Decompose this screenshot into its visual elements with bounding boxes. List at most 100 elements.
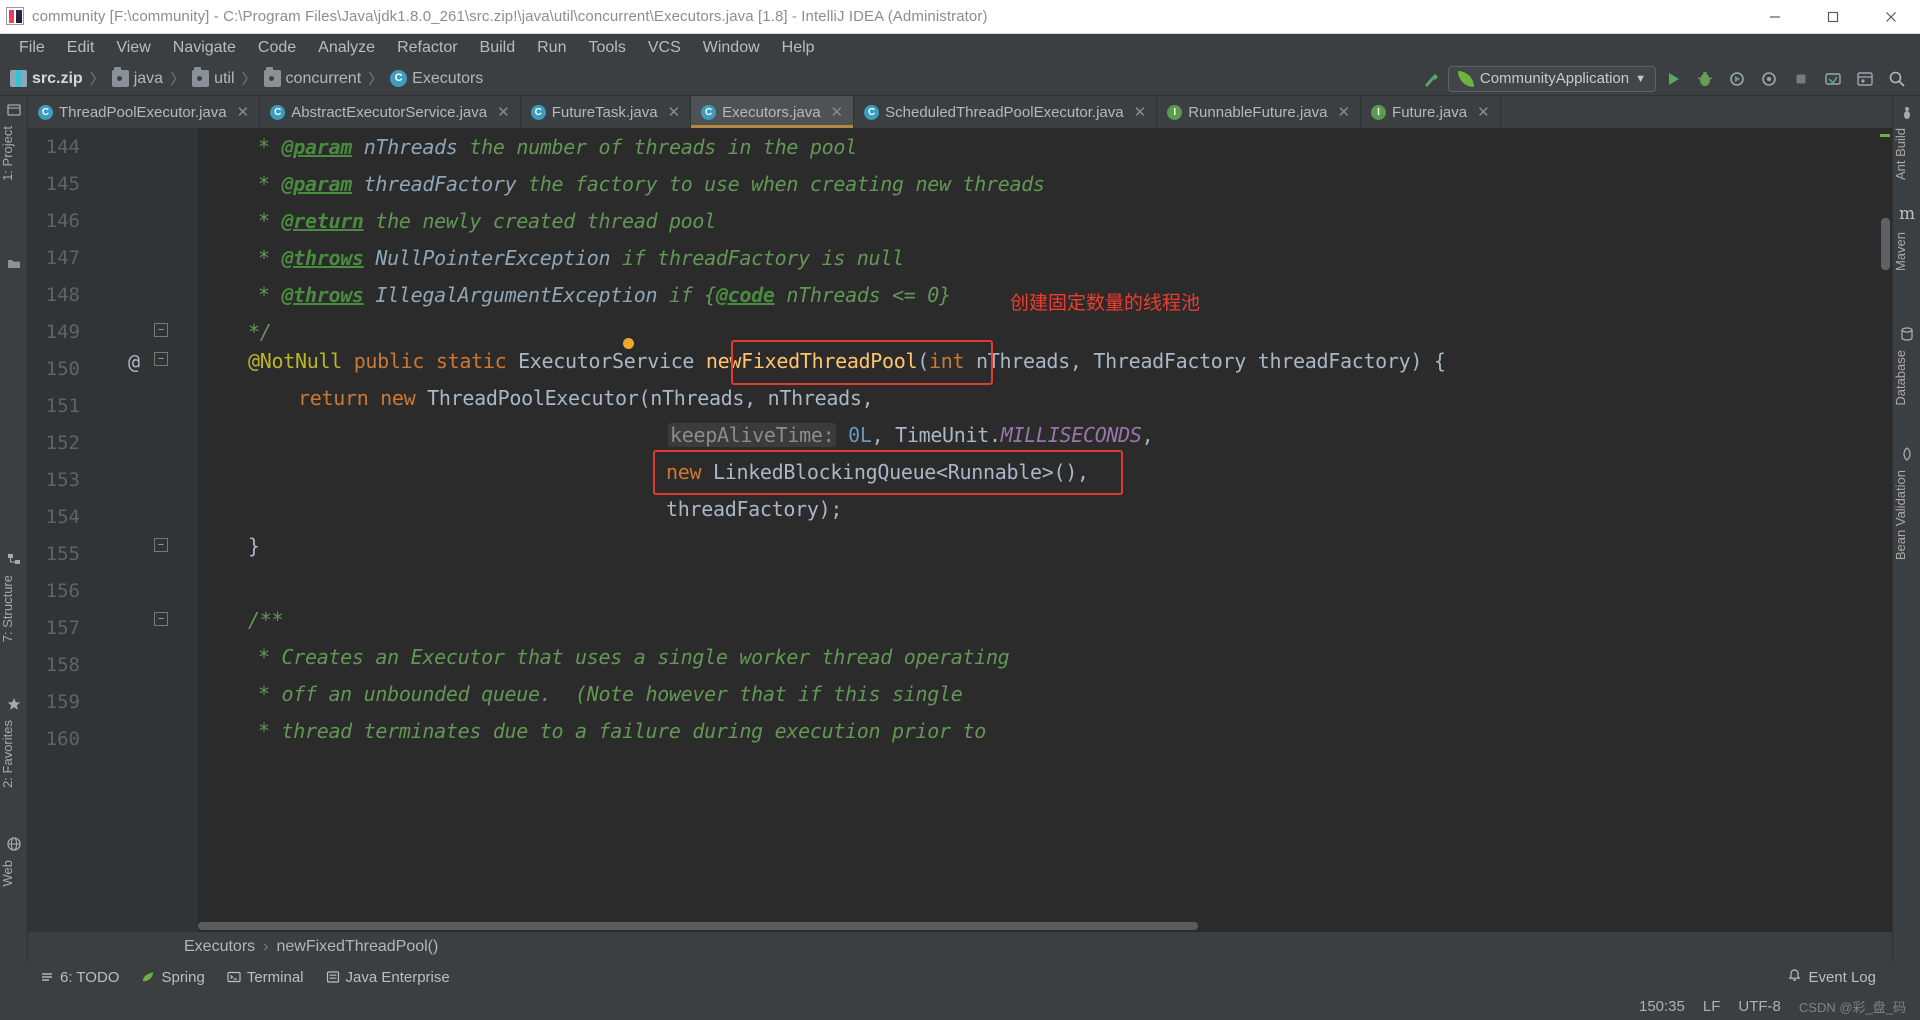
annotation-gutter-marker[interactable]: @: [128, 350, 140, 374]
bottom-item-java-enterprise[interactable]: Java Enterprise: [326, 969, 450, 986]
menu-tools[interactable]: Tools: [577, 37, 636, 59]
code-fold-toggle[interactable]: −: [154, 538, 168, 552]
profiler-button[interactable]: [1754, 65, 1784, 93]
sidebar-item-project-label: 1: Project: [0, 126, 15, 181]
close-icon[interactable]: ✕: [237, 103, 250, 121]
bottom-item-spring[interactable]: Spring: [141, 969, 205, 986]
menu-window[interactable]: Window: [692, 37, 771, 59]
line-separator[interactable]: LF: [1703, 998, 1721, 1015]
editor-text-area[interactable]: * @param nThreads the number of threads …: [198, 128, 1892, 932]
code-fold-toggle[interactable]: −: [154, 612, 168, 626]
folder-icon: [6, 256, 22, 272]
update-project-button[interactable]: [1818, 65, 1848, 93]
close-icon[interactable]: ✕: [831, 103, 844, 121]
web-globe-icon: [6, 836, 22, 852]
code-fold-toggle[interactable]: −: [154, 352, 168, 366]
run-configuration-selector[interactable]: CommunityApplication ▼: [1447, 65, 1656, 92]
menu-window-label: Window: [702, 39, 760, 56]
sidebar-item-database[interactable]: Database: [1893, 346, 1920, 410]
class-icon: C: [270, 104, 286, 120]
menu-navigate[interactable]: Navigate: [162, 37, 247, 59]
editor-tab-threadpoolexecutor[interactable]: C ThreadPoolExecutor.java ✕: [28, 96, 261, 128]
bottom-item-java-enterprise-label: Java Enterprise: [345, 968, 450, 986]
run-with-coverage-button[interactable]: [1722, 65, 1752, 93]
menu-refactor[interactable]: Refactor: [386, 37, 468, 59]
sidebar-item-project[interactable]: 1: Project: [0, 122, 28, 185]
window-title: community [F:\community] - C:\Program Fi…: [32, 8, 988, 25]
search-everywhere-button[interactable]: [1882, 65, 1912, 93]
editor-breadcrumb-class[interactable]: Executors: [184, 938, 255, 956]
file-encoding[interactable]: UTF-8: [1738, 998, 1781, 1015]
event-log-button[interactable]: Event Log: [1787, 968, 1876, 987]
breadcrumb-executors[interactable]: C Executors: [390, 70, 483, 88]
editor-tab-future[interactable]: I Future.java ✕: [1361, 96, 1501, 128]
debug-button[interactable]: [1690, 65, 1720, 93]
close-button[interactable]: [1862, 0, 1920, 33]
menu-bar: File Edit View Navigate Code Analyze Ref…: [0, 34, 1920, 62]
sidebar-item-maven[interactable]: Maven: [1893, 228, 1920, 275]
breadcrumb-java[interactable]: java: [111, 67, 163, 88]
bottom-item-todo[interactable]: 6: TODO: [40, 969, 119, 986]
menu-help[interactable]: Help: [771, 37, 826, 59]
minimize-button[interactable]: [1746, 0, 1804, 33]
editor-breadcrumb-method[interactable]: newFixedThreadPool(): [276, 938, 438, 956]
make-project-button[interactable]: [1416, 65, 1446, 93]
editor-tab-scheduledthreadpoolexecutor[interactable]: C ScheduledThreadPoolExecutor.java ✕: [854, 96, 1158, 128]
code-line-158: * Creates an Executor that uses a single…: [258, 645, 1010, 669]
project-panel-icon: [6, 102, 22, 118]
editor-tab-label: FutureTask.java: [551, 103, 658, 121]
editor-vertical-scrollbar[interactable]: [1881, 218, 1890, 270]
editor-horizontal-scrollbar[interactable]: [198, 922, 1198, 930]
sidebar-item-ant-build-label: Ant Build: [1893, 128, 1908, 181]
close-icon[interactable]: ✕: [1134, 103, 1147, 121]
database-icon: [1899, 326, 1915, 342]
breadcrumb-src-zip[interactable]: src.zip: [10, 70, 83, 88]
menu-build[interactable]: Build: [469, 37, 527, 59]
menu-code[interactable]: Code: [247, 37, 307, 59]
sidebar-item-structure[interactable]: 7: Structure: [0, 571, 28, 646]
editor-tab-executors[interactable]: C Executors.java ✕: [691, 96, 855, 128]
menu-analyze[interactable]: Analyze: [307, 37, 386, 59]
code-editor[interactable]: 144 145 146 147 148 149 150 151 152 153 …: [28, 128, 1892, 932]
bottom-item-terminal[interactable]: Terminal: [227, 969, 304, 986]
caret-position[interactable]: 150:35: [1639, 998, 1685, 1015]
inspection-ok-marker[interactable]: [1880, 134, 1890, 137]
sidebar-item-bean-validation[interactable]: Bean Validation: [1893, 466, 1920, 564]
todo-icon: [40, 970, 54, 984]
code-fold-toggle[interactable]: −: [154, 323, 168, 337]
line-number: 156: [45, 580, 80, 602]
sidebar-item-web[interactable]: Web: [0, 856, 28, 891]
editor-tab-futuretask[interactable]: C FutureTask.java ✕: [520, 96, 692, 128]
breadcrumb-separator: 〉: [368, 71, 384, 88]
code-line-157: /**: [248, 608, 284, 632]
breadcrumb-concurrent[interactable]: concurrent: [263, 67, 362, 88]
sidebar-item-favorites[interactable]: 2: Favorites: [0, 716, 28, 792]
sidebar-item-ant-build[interactable]: Ant Build: [1893, 124, 1920, 184]
settings-button[interactable]: [1850, 65, 1880, 93]
code-line-145: * @param threadFactory the factory to us…: [258, 172, 1045, 196]
close-icon[interactable]: ✕: [1337, 103, 1350, 121]
breadcrumb-concurrent-label: concurrent: [285, 69, 362, 87]
close-icon[interactable]: ✕: [1477, 103, 1490, 121]
bottom-item-terminal-label: Terminal: [246, 968, 304, 986]
menu-vcs[interactable]: VCS: [637, 37, 692, 59]
editor-tab-runnablefuture[interactable]: I RunnableFuture.java ✕: [1157, 96, 1362, 128]
code-line-147: * @throws NullPointerException if thread…: [258, 246, 904, 270]
menu-run[interactable]: Run: [526, 37, 577, 59]
close-icon[interactable]: ✕: [497, 103, 510, 121]
menu-file-label: File: [19, 39, 45, 56]
editor-gutter[interactable]: 144 145 146 147 148 149 150 151 152 153 …: [28, 128, 198, 932]
run-button[interactable]: [1658, 65, 1688, 93]
stop-button[interactable]: [1786, 65, 1816, 93]
menu-edit[interactable]: Edit: [56, 37, 106, 59]
code-line-144: * @param nThreads the number of threads …: [258, 135, 857, 159]
menu-file[interactable]: File: [8, 37, 56, 59]
menu-analyze-label: Analyze: [318, 39, 376, 56]
structure-panel-icon: [6, 551, 22, 567]
menu-view[interactable]: View: [105, 37, 161, 59]
maximize-button[interactable]: [1804, 0, 1862, 33]
close-icon[interactable]: ✕: [668, 103, 681, 121]
breadcrumb-util[interactable]: util: [192, 67, 235, 88]
menu-build-label: Build: [479, 39, 516, 56]
editor-tab-abstractexecutorservice[interactable]: C AbstractExecutorService.java ✕: [260, 96, 521, 128]
